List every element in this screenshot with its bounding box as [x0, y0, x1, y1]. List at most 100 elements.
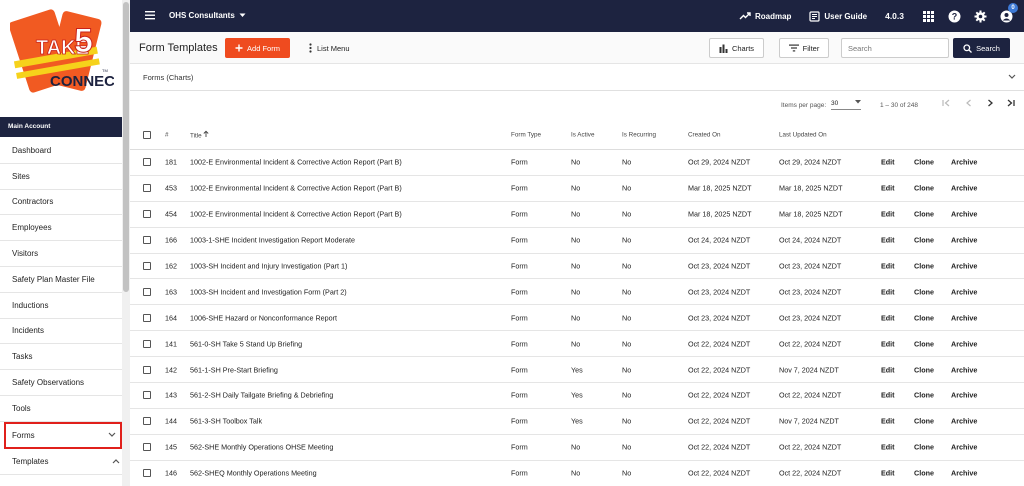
- row-checkbox[interactable]: [143, 365, 151, 374]
- roadmap-link[interactable]: Roadmap: [739, 11, 791, 21]
- edit-button[interactable]: Edit: [881, 262, 895, 271]
- clone-button[interactable]: Clone: [914, 236, 934, 245]
- edit-button[interactable]: Edit: [881, 443, 895, 452]
- clone-button[interactable]: Clone: [914, 391, 934, 400]
- row-checkbox[interactable]: [143, 287, 151, 296]
- user-guide-link[interactable]: User Guide: [809, 10, 867, 22]
- clone-button[interactable]: Clone: [914, 339, 934, 348]
- edit-button[interactable]: Edit: [881, 417, 895, 426]
- edit-button[interactable]: Edit: [881, 391, 895, 400]
- edit-button[interactable]: Edit: [881, 287, 895, 296]
- table-row[interactable]: 142 561-1-SH Pre-Start Briefing Form Yes No O…: [130, 357, 1024, 384]
- items-per-page-select[interactable]: 30: [831, 100, 861, 110]
- sidebar-item-employees[interactable]: Employees: [0, 215, 124, 242]
- account-icon[interactable]: 0: [998, 3, 1018, 24]
- sidebar-item-forms[interactable]: Forms: [4, 421, 122, 449]
- table-row[interactable]: 163 1003-SH Incident and Investigation Fo…: [130, 279, 1024, 306]
- table-row[interactable]: 145 562-SHE Monthly Operations OHSE Meeti…: [130, 435, 1024, 461]
- archive-button[interactable]: Archive: [951, 339, 977, 348]
- row-checkbox[interactable]: [143, 469, 151, 478]
- clone-button[interactable]: Clone: [914, 365, 934, 374]
- edit-button[interactable]: Edit: [881, 184, 895, 193]
- clone-button[interactable]: Clone: [914, 184, 934, 193]
- row-checkbox[interactable]: [143, 210, 151, 219]
- sidebar-item-tasks[interactable]: Tasks: [0, 344, 124, 371]
- first-page-icon[interactable]: [941, 98, 951, 110]
- sidebar-item-incidents[interactable]: Incidents: [0, 319, 124, 345]
- take5-connect-logo[interactable]: TAKE 5 CONNECT TM: [10, 8, 114, 108]
- filter-button[interactable]: Filter: [779, 38, 829, 58]
- sidebar-item-sites[interactable]: Sites: [0, 164, 124, 190]
- settings-gear-icon[interactable]: [972, 8, 988, 24]
- archive-button[interactable]: Archive: [951, 365, 977, 374]
- sidebar-item-safety-plan[interactable]: Safety Plan Master File: [0, 267, 124, 293]
- clone-button[interactable]: Clone: [914, 210, 934, 219]
- archive-button[interactable]: Archive: [951, 262, 977, 271]
- table-row[interactable]: 164 1006-SHE Hazard or Nonconformance Rep…: [130, 305, 1024, 332]
- row-checkbox[interactable]: [143, 158, 151, 167]
- table-row[interactable]: 162 1003-SH Incident and Injury Investiga…: [130, 254, 1024, 280]
- row-checkbox[interactable]: [143, 313, 151, 322]
- edit-button[interactable]: Edit: [881, 313, 895, 322]
- archive-button[interactable]: Archive: [951, 210, 977, 219]
- edit-button[interactable]: Edit: [881, 339, 895, 348]
- help-icon[interactable]: ?: [946, 8, 962, 24]
- sidebar-item-templates[interactable]: Templates: [0, 449, 124, 475]
- archive-button[interactable]: Archive: [951, 313, 977, 322]
- clone-button[interactable]: Clone: [914, 158, 934, 167]
- add-form-button[interactable]: Add Form: [225, 38, 290, 58]
- apps-grid-icon[interactable]: [920, 8, 936, 24]
- edit-button[interactable]: Edit: [881, 365, 895, 374]
- edit-button[interactable]: Edit: [881, 469, 895, 478]
- table-row[interactable]: 141 561-0-SH Take 5 Stand Up Briefing Form…: [130, 331, 1024, 358]
- select-all-checkbox[interactable]: [143, 130, 151, 139]
- sidebar-item-tools[interactable]: Tools: [0, 396, 124, 422]
- row-checkbox[interactable]: [143, 184, 151, 193]
- archive-button[interactable]: Archive: [951, 417, 977, 426]
- archive-button[interactable]: Archive: [951, 158, 977, 167]
- row-checkbox[interactable]: [143, 391, 151, 400]
- sidebar-item-dashboard[interactable]: Dashboard: [0, 138, 124, 164]
- clone-button[interactable]: Clone: [914, 262, 934, 271]
- search-input[interactable]: [841, 38, 949, 58]
- org-selector[interactable]: OHS Consultants: [169, 11, 246, 20]
- archive-button[interactable]: Archive: [951, 184, 977, 193]
- sidebar-item-safety-observations[interactable]: Safety Observations: [0, 370, 124, 396]
- clone-button[interactable]: Clone: [914, 417, 934, 426]
- chevron-down-icon[interactable]: [1008, 73, 1016, 82]
- archive-button[interactable]: Archive: [951, 443, 977, 452]
- clone-button[interactable]: Clone: [914, 443, 934, 452]
- sidebar-item-inductions[interactable]: Inductions: [0, 293, 124, 319]
- header-title[interactable]: Title: [190, 130, 209, 139]
- archive-button[interactable]: Archive: [951, 469, 977, 478]
- table-row[interactable]: 454 1002-E Environmental Incident & Corre…: [130, 202, 1024, 228]
- charts-button[interactable]: Charts: [709, 38, 764, 58]
- clone-button[interactable]: Clone: [914, 469, 934, 478]
- row-checkbox[interactable]: [143, 443, 151, 452]
- row-checkbox[interactable]: [143, 262, 151, 270]
- search-button[interactable]: Search: [953, 38, 1010, 58]
- archive-button[interactable]: Archive: [951, 287, 977, 296]
- clone-button[interactable]: Clone: [914, 287, 934, 296]
- table-row[interactable]: 181 1002-E Environmental Incident & Corre…: [130, 150, 1024, 176]
- edit-button[interactable]: Edit: [881, 236, 895, 245]
- edit-button[interactable]: Edit: [881, 210, 895, 219]
- row-checkbox[interactable]: [143, 236, 151, 245]
- edit-button[interactable]: Edit: [881, 158, 895, 167]
- table-row[interactable]: 453 1002-E Environmental Incident & Corre…: [130, 176, 1024, 202]
- table-row[interactable]: 146 562-SHEQ Monthly Operations Meeting Fo…: [130, 461, 1024, 486]
- sidebar-scrollbar-thumb[interactable]: [123, 2, 129, 292]
- archive-button[interactable]: Archive: [951, 236, 977, 245]
- row-checkbox[interactable]: [143, 339, 151, 348]
- previous-page-icon[interactable]: [964, 98, 974, 110]
- table-row[interactable]: 144 561-3-SH Toolbox Talk Form Yes No Oct 22,…: [130, 409, 1024, 435]
- next-page-icon[interactable]: [985, 98, 995, 110]
- row-checkbox[interactable]: [143, 417, 151, 426]
- hamburger-menu-icon[interactable]: [144, 9, 156, 23]
- table-row[interactable]: 143 561-2-SH Daily Tailgate Briefing & De…: [130, 383, 1024, 409]
- clone-button[interactable]: Clone: [914, 313, 934, 322]
- sidebar-item-contractors[interactable]: Contractors: [0, 190, 124, 216]
- forms-charts-panel[interactable]: Forms (Charts): [130, 64, 1024, 91]
- archive-button[interactable]: Archive: [951, 391, 977, 400]
- list-menu-button[interactable]: List Menu: [309, 43, 350, 53]
